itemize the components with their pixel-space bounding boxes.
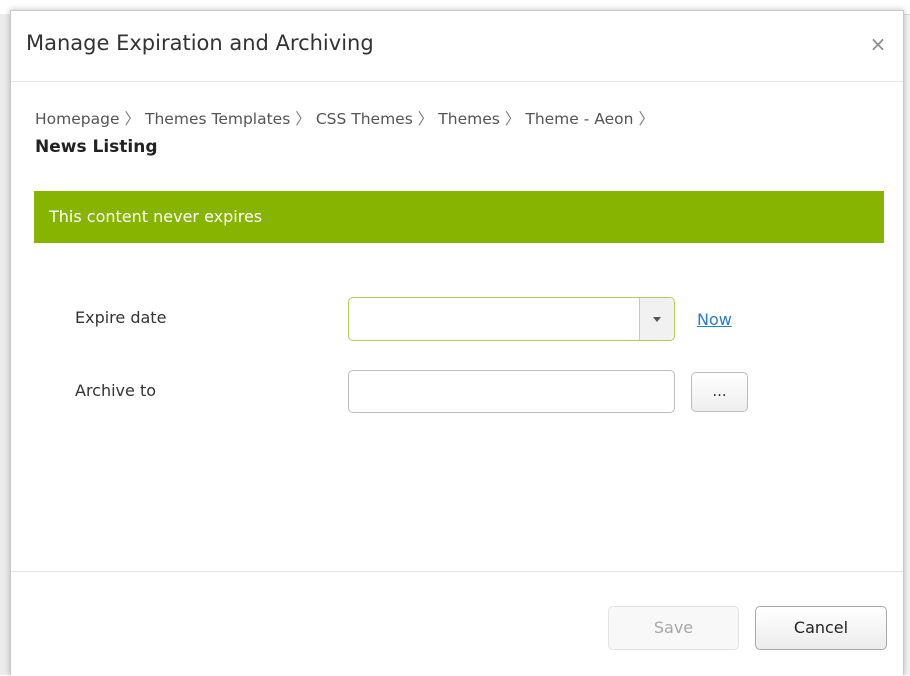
background-page-edge — [0, 14, 10, 675]
archive-to-label: Archive to — [75, 381, 157, 400]
breadcrumb: Homepage 〉 Themes Templates 〉 CSS Themes 〉 The… — [35, 107, 659, 129]
breadcrumb-item-css-themes[interactable]: CSS Themes — [316, 110, 413, 128]
dialog-title: Manage Expiration and Archiving — [26, 31, 374, 55]
breadcrumb-item-theme-aeon[interactable]: Theme - Aeon — [525, 110, 633, 128]
save-button[interactable]: Save — [608, 606, 739, 650]
chevron-down-icon — [653, 317, 661, 322]
chevron-right-icon: 〉 — [638, 110, 654, 128]
dropdown-toggle[interactable] — [639, 298, 674, 340]
now-link[interactable]: Now — [697, 310, 732, 329]
status-message: This content never expires — [49, 207, 263, 226]
chevron-right-icon: 〉 — [504, 110, 521, 128]
cancel-button[interactable]: Cancel — [755, 606, 887, 650]
chevron-right-icon: 〉 — [295, 110, 311, 128]
dialog-footer: Save Cancel — [11, 571, 903, 676]
breadcrumb-item-homepage[interactable]: Homepage — [35, 110, 120, 128]
chevron-right-icon: 〉 — [124, 110, 141, 128]
dialog-header: Manage Expiration and Archiving × — [11, 11, 903, 82]
browse-button[interactable]: ... — [691, 372, 748, 412]
expire-date-select[interactable] — [348, 297, 675, 341]
status-banner: This content never expires — [34, 191, 884, 243]
expire-date-label: Expire date — [75, 308, 167, 327]
close-icon[interactable]: × — [867, 33, 889, 55]
manage-expiration-dialog: Manage Expiration and Archiving × Homepa… — [10, 10, 904, 676]
breadcrumb-current-item: News Listing — [35, 137, 158, 157]
breadcrumb-item-themes[interactable]: Themes — [438, 110, 500, 128]
archive-to-input[interactable] — [348, 370, 675, 413]
chevron-right-icon: 〉 — [417, 110, 434, 128]
breadcrumb-item-themes-templates[interactable]: Themes Templates — [145, 110, 290, 128]
